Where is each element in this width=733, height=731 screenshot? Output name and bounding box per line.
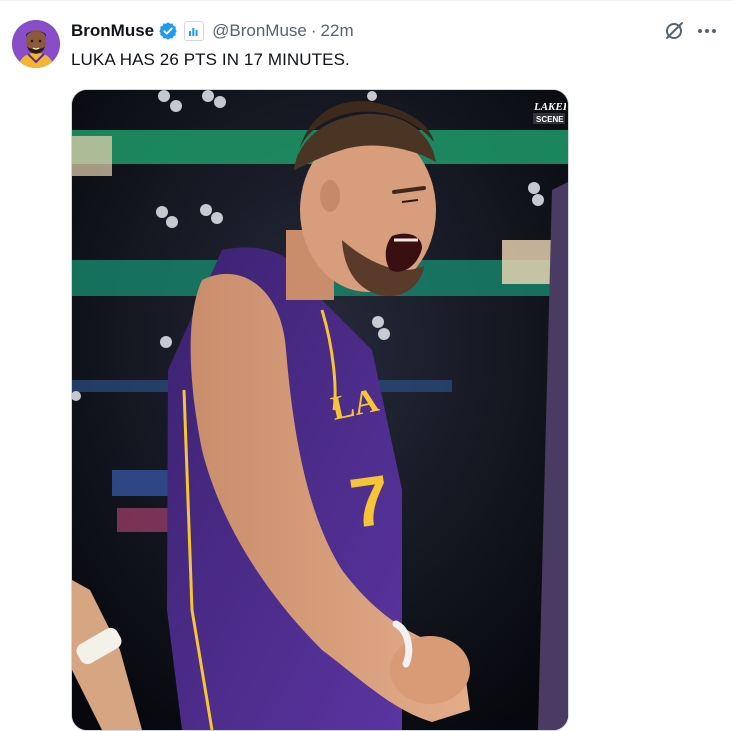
photo-image: LA 7 xyxy=(72,90,568,730)
tweet-text: LUKA HAS 26 PTS IN 17 MINUTES. xyxy=(71,50,350,69)
separator-dot: · xyxy=(310,21,317,40)
top-divider xyxy=(0,0,733,1)
author-display-name[interactable]: BronMuse xyxy=(71,21,154,41)
grok-icon[interactable] xyxy=(663,20,685,42)
tweet-header: BronMuse @BronMuse · 22m xyxy=(71,19,354,43)
more-icon[interactable] xyxy=(695,20,719,42)
avatar-illustration xyxy=(12,20,60,68)
bar-chart-badge-icon[interactable] xyxy=(184,21,205,41)
author-avatar[interactable] xyxy=(12,20,60,68)
watermark-line2: SCENE xyxy=(536,115,564,124)
tweet-timestamp[interactable]: 22m xyxy=(321,21,354,41)
lakers-scene-watermark: LAKER SCENE xyxy=(532,98,566,128)
author-handle[interactable]: @BronMuse xyxy=(212,21,307,41)
watermark-line1: LAKER xyxy=(533,101,566,113)
verified-badge-icon[interactable] xyxy=(158,21,178,41)
tweet-photo[interactable]: LA 7 LAKER SCENE xyxy=(71,89,569,731)
